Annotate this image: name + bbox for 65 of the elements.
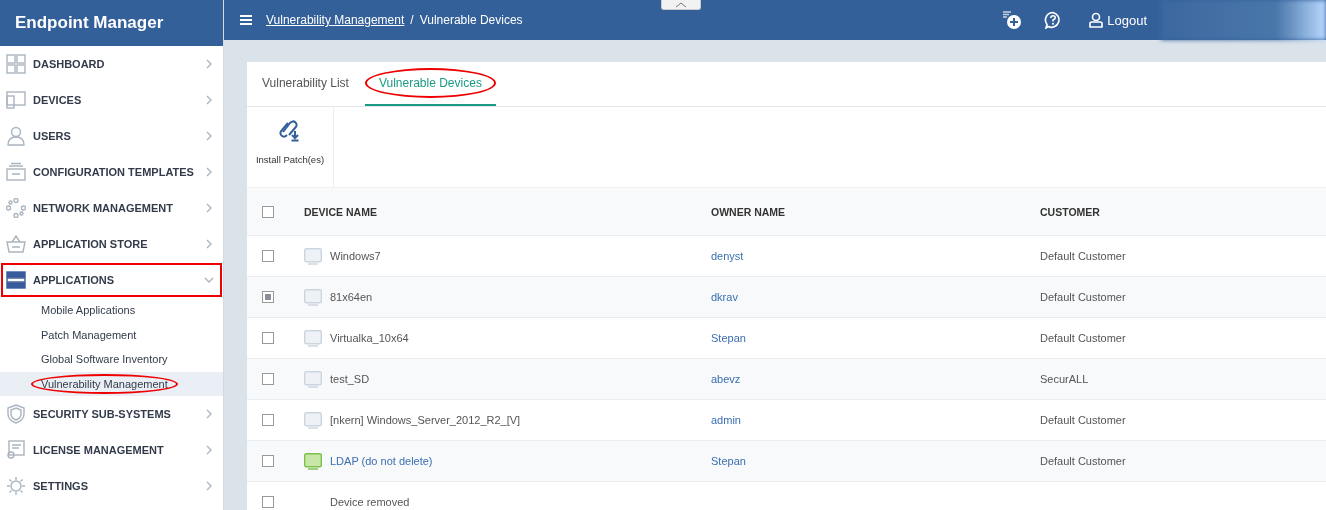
grid-icon — [6, 54, 26, 74]
sidebar-item[interactable]: SETTINGS — [0, 468, 223, 504]
device-name: test_SD — [330, 373, 370, 385]
owner-link[interactable]: Stepan — [711, 455, 746, 467]
sidebar-item[interactable]: DEVICES — [0, 82, 223, 118]
breadcrumb-current: Vulnerable Devices — [419, 13, 523, 27]
device-name: Device removed — [330, 496, 410, 508]
sidebar-item[interactable]: NETWORK MANAGEMENT — [0, 190, 223, 226]
owner-link[interactable]: Stepan — [711, 332, 746, 344]
column-header[interactable]: CUSTOMER — [1040, 205, 1326, 218]
basket-icon — [6, 234, 26, 254]
shield-icon — [6, 404, 26, 424]
row-checkbox[interactable] — [262, 373, 274, 385]
sidebar-item[interactable]: DASHBOARD — [0, 46, 223, 82]
column-header[interactable]: DEVICE NAME — [304, 205, 711, 218]
owner-link[interactable]: denyst — [711, 250, 744, 262]
customer-name: Default Customer — [1040, 291, 1126, 303]
dots-icon — [6, 198, 26, 218]
tab[interactable]: Vulnerability List — [262, 62, 349, 106]
customer-name: SecurALL — [1040, 373, 1089, 385]
breadcrumb-link[interactable]: Vulnerability Management — [266, 13, 405, 27]
owner-link[interactable]: admin — [711, 414, 741, 426]
menu-icon[interactable] — [240, 15, 252, 25]
sidebar-subitem[interactable]: Vulnerability Management — [0, 371, 223, 396]
certificate-icon — [6, 440, 26, 460]
collapse-handle[interactable] — [661, 0, 701, 10]
sidebar-subitem[interactable]: Global Software Inventory — [0, 347, 223, 372]
breadcrumb-separator: / — [410, 13, 414, 27]
sidebar-item[interactable]: APPLICATION STORE — [0, 226, 223, 262]
row-checkbox[interactable] — [262, 496, 274, 508]
monitor-icon — [6, 90, 26, 110]
column-header[interactable]: OWNER NAME — [711, 205, 1040, 218]
customer-name: Default Customer — [1040, 455, 1126, 467]
device-name: 81x64en — [330, 291, 373, 303]
row-checkbox[interactable] — [262, 291, 274, 303]
row-checkbox[interactable] — [262, 455, 274, 467]
customer-name: Default Customer — [1040, 414, 1126, 426]
customer-name: Default Customer — [1040, 250, 1126, 262]
device-name: Windows7 — [330, 250, 381, 262]
help-icon[interactable] — [1044, 11, 1063, 29]
app-title: Endpoint Manager — [0, 0, 223, 46]
sidebar-subitem[interactable]: Mobile Applications — [0, 298, 223, 323]
device-link[interactable]: LDAP (do not delete) — [330, 455, 433, 467]
settings-icon — [6, 476, 26, 496]
add-icon[interactable] — [1002, 10, 1023, 30]
server-icon — [6, 270, 26, 290]
owner-link[interactable]: dkrav — [711, 291, 738, 303]
row-checkbox[interactable] — [262, 250, 274, 262]
device-name: [nkern] Windows_Server_2012_R2_[V] — [330, 414, 521, 426]
user-icon — [1088, 12, 1105, 28]
sidebar-item[interactable]: CONFIGURATION TEMPLATES — [0, 154, 223, 190]
sidebar-item[interactable]: USERS — [0, 118, 223, 154]
customer-name: Default Customer — [1040, 332, 1126, 344]
sidebar-item[interactable]: APPLICATIONS — [0, 262, 223, 298]
device-name: Virtualka_10x64 — [330, 332, 409, 344]
row-checkbox[interactable] — [262, 414, 274, 426]
sidebar-item[interactable]: SECURITY SUB-SYSTEMS — [0, 396, 223, 432]
row-checkbox[interactable] — [262, 332, 274, 344]
logout-button[interactable]: Logout — [1088, 12, 1147, 28]
user-icon — [6, 126, 26, 146]
sidebar-subitem[interactable]: Patch Management — [0, 322, 223, 347]
sidebar-item[interactable]: LICENSE MANAGEMENT — [0, 432, 223, 468]
owner-link[interactable]: abevz — [711, 373, 741, 385]
select-all-checkbox[interactable] — [262, 205, 274, 218]
tray-icon — [6, 162, 26, 182]
